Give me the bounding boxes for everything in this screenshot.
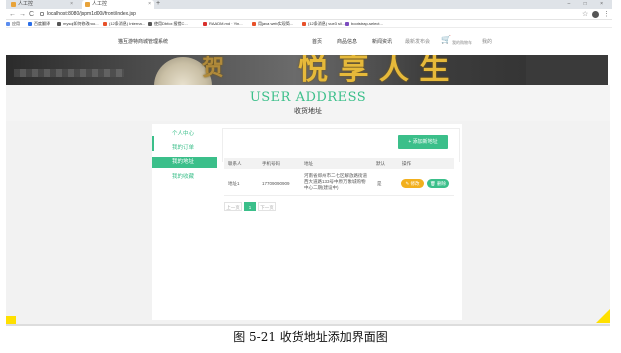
cell-address: 河南省郑州市二七区解放路街道 西大道路133号中原万象城购物 中心二期(建设中) — [304, 173, 367, 191]
nav-news[interactable]: 新闻资讯 — [372, 38, 392, 45]
highlight-mark — [596, 309, 610, 323]
url-text: localhost:8080/jspm1d00i/front/index.jsp — [47, 11, 136, 17]
page-title: 收货地址 — [294, 108, 322, 115]
banner-edge — [526, 55, 608, 85]
cell-contact: 地址1 — [228, 181, 240, 186]
sidebar-item-orders[interactable]: 我的订单 — [152, 143, 217, 154]
new-tab-icon[interactable]: + — [156, 0, 160, 8]
nav-latest[interactable]: 最新发布会 — [405, 38, 430, 45]
column-header: 地址 — [304, 161, 313, 166]
bookmark-favicon-icon — [57, 22, 61, 26]
highlight-mark — [6, 316, 16, 324]
nav-mine[interactable]: 我的 — [482, 38, 492, 45]
bookmark-item[interactable]: (12条消息) vue3 sil... — [302, 20, 345, 28]
pagination-current[interactable]: 1 — [244, 202, 256, 211]
table-header — [224, 158, 454, 169]
banner-seal: 贺 — [202, 55, 225, 81]
tab-label: 人工控 — [92, 1, 108, 7]
bookmark-item[interactable]: 百度翻译 — [28, 20, 50, 28]
bookmark-item[interactable]: 用java web实现简... — [252, 20, 293, 28]
figure-caption: 图 5-21 收货地址添加界面图 — [233, 330, 388, 344]
bookmark-label: (12条消息) vue3 sil... — [308, 21, 346, 26]
column-header: 手机号码 — [262, 161, 280, 166]
bookmark-favicon-icon — [148, 22, 152, 26]
bookmark-favicon-icon — [345, 22, 349, 26]
bookmark-item[interactable]: 应用 — [6, 20, 20, 28]
hero-banner: 贺 悦 享 人 生 — [6, 55, 608, 85]
window-controls[interactable]: – □ × — [568, 0, 610, 8]
bookmark-label: 应用 — [12, 21, 20, 26]
sidebar-item-profile[interactable]: 个人中心 — [152, 129, 217, 140]
info-icon — [40, 11, 44, 16]
bookmark-item[interactable]: bootstrap-select... — [345, 20, 383, 28]
column-header: 联系人 — [228, 161, 242, 166]
nav-cart[interactable]: 我的购物车 — [452, 40, 472, 46]
bookmark-favicon-icon — [302, 22, 306, 26]
banner-pattern — [14, 69, 124, 77]
tab-favicon-icon — [11, 2, 16, 7]
reload-icon[interactable]: C — [29, 9, 34, 20]
browser-menu-icon[interactable]: ⋮ — [603, 9, 610, 20]
bookmark-label: (12条消息) Interna... — [109, 21, 146, 26]
bookmark-favicon-icon — [252, 22, 256, 26]
pagination-next[interactable]: 下一页 — [258, 202, 276, 211]
page-title-en: USER ADDRESS — [249, 90, 367, 105]
bookmark-label: mysql如何修改roo... — [63, 21, 99, 26]
tab-label: 人工控 — [18, 1, 34, 7]
bookmark-item[interactable]: mysql如何修改roo... — [57, 20, 99, 28]
url-field[interactable]: localhost:8080/jspm1d00i/front/index.jsp — [40, 11, 580, 18]
site-brand[interactable]: 猫互游特商城管理系统 — [118, 38, 168, 45]
row-divider — [224, 195, 454, 196]
bookmark-favicon-icon — [6, 22, 10, 26]
bookmark-label: bootstrap-select... — [351, 21, 383, 26]
bookmark-item[interactable]: 使用Dbfox 报错C... — [148, 20, 188, 28]
bookmark-label: 百度翻译 — [34, 21, 50, 26]
bookmark-favicon-icon — [203, 22, 207, 26]
column-header: 操作 — [402, 161, 411, 166]
bookmark-label: 用java web实现简... — [258, 21, 294, 26]
bookmark-label: 使用Dbfox 报错C... — [154, 21, 188, 26]
close-icon[interactable]: × — [148, 0, 151, 9]
cell-phone: 17709090909 — [262, 181, 290, 186]
bookmark-star-icon[interactable]: ☆ — [582, 9, 588, 20]
bookmark-favicon-icon — [28, 22, 32, 26]
bookmark-label: RAADM.md · Yin... — [209, 21, 243, 26]
bookmark-favicon-icon — [103, 22, 107, 26]
sidebar-item-address[interactable]: 我的地址 — [152, 157, 217, 168]
close-icon[interactable]: × — [70, 0, 73, 9]
profile-avatar-icon[interactable] — [592, 11, 599, 18]
pagination-prev[interactable]: 上一页 — [224, 202, 242, 211]
column-header: 默认 — [376, 161, 385, 166]
bookmark-item[interactable]: (12条消息) Interna... — [103, 20, 145, 28]
site-header — [6, 28, 612, 54]
tab-favicon-icon — [85, 2, 90, 7]
browser-tab-active[interactable]: 人工控 × — [82, 0, 154, 9]
bookmark-item[interactable]: RAADM.md · Yin... — [203, 20, 243, 28]
nav-home[interactable]: 首页 — [312, 38, 322, 45]
add-address-button[interactable]: + 添加新地址 — [398, 135, 448, 149]
nav-products[interactable]: 商品信息 — [337, 38, 357, 45]
browser-tab[interactable]: 人工控 × — [8, 0, 76, 9]
edit-button[interactable]: ✎ 修改 — [401, 179, 424, 188]
forward-icon[interactable]: → — [19, 9, 26, 20]
bottom-rule — [6, 324, 610, 326]
cart-icon[interactable]: 🛒 — [441, 35, 451, 45]
delete-button[interactable]: 🗑 删除 — [427, 179, 449, 188]
cell-default: 是 — [377, 181, 382, 186]
back-icon[interactable]: ← — [9, 9, 16, 20]
address-line: 中心二期(建设中) — [304, 185, 339, 190]
banner-calligraphy: 悦 享 人 生 — [298, 55, 450, 85]
sidebar-item-favorites[interactable]: 我的收藏 — [152, 172, 217, 183]
